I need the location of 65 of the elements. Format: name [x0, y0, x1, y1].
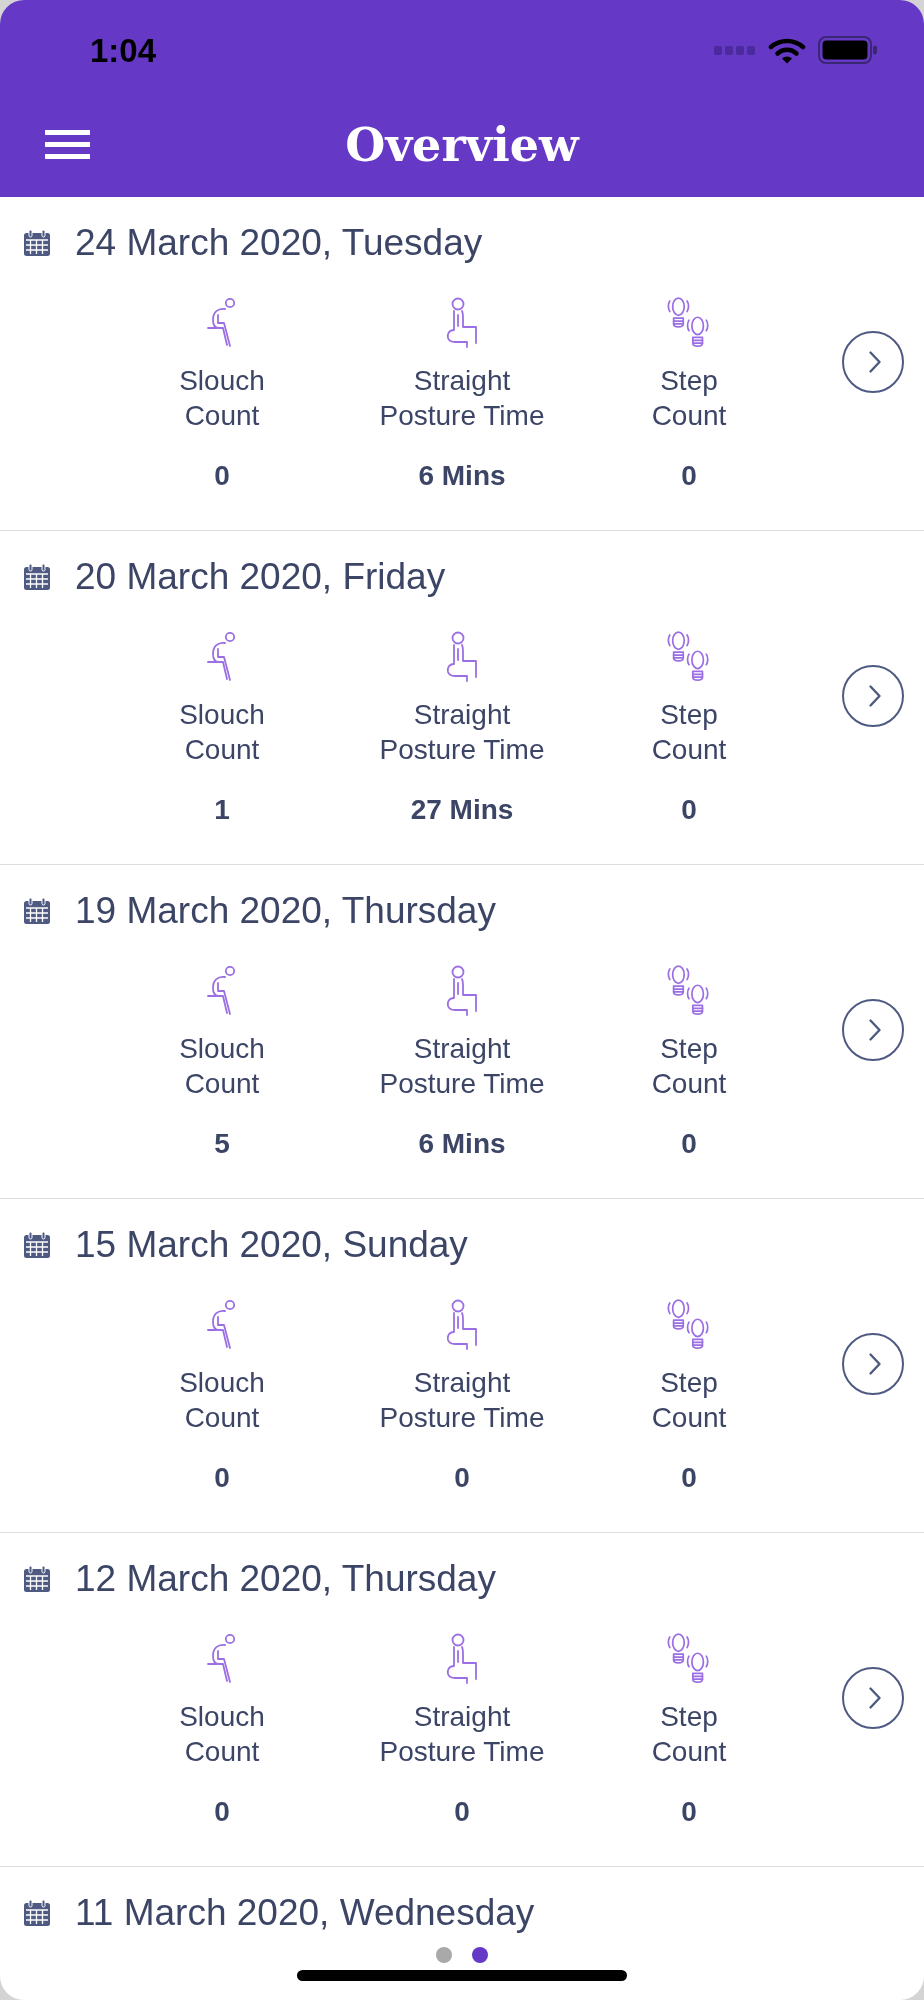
metric-value: 5	[214, 1127, 230, 1161]
metric-value: 0	[681, 1795, 697, 1829]
metric-label: Step Count	[651, 1032, 727, 1101]
date-label: 24 March 2020, Tuesday	[75, 221, 483, 265]
metric-value: 0	[214, 459, 230, 493]
sitting-person-icon	[445, 1299, 479, 1351]
metric-value: 0	[214, 1461, 230, 1495]
battery-icon	[818, 36, 878, 64]
slouching-person-icon	[207, 1299, 237, 1351]
metric-value: 0	[454, 1795, 470, 1829]
slouching-person-icon	[207, 297, 237, 349]
sitting-person-icon	[445, 297, 479, 349]
metric-label: Slouch Count	[179, 364, 265, 433]
slouching-person-icon	[207, 965, 237, 1017]
menu-icon[interactable]	[45, 130, 90, 159]
metric-label: Step Count	[651, 364, 727, 433]
metric-label: Step Count	[651, 1366, 727, 1435]
metric-value: 0	[681, 1461, 697, 1495]
page-dot[interactable]	[436, 1947, 452, 1963]
metric-value: 0	[454, 1461, 470, 1495]
metric-value: 6 Mins	[418, 459, 506, 493]
slouching-person-icon	[207, 1633, 237, 1685]
date-label: 20 March 2020, Friday	[75, 555, 446, 599]
metric-label: Slouch Count	[179, 698, 265, 767]
screen-title: Overview	[345, 116, 579, 173]
metric-label: Straight Posture Time	[379, 1366, 545, 1435]
metric-label: Straight Posture Time	[379, 364, 545, 433]
metric-label: Straight Posture Time	[379, 698, 545, 767]
calendar-icon	[23, 897, 51, 925]
page-dot[interactable]	[472, 1947, 488, 1963]
metric-value: 27 Mins	[410, 793, 514, 827]
calendar-icon	[23, 1565, 51, 1593]
chevron-right-icon	[867, 1686, 882, 1710]
sitting-person-icon	[445, 1633, 479, 1685]
calendar-icon	[23, 1231, 51, 1259]
chevron-right-icon	[867, 1018, 882, 1042]
date-label: 11 March 2020, Wednesday	[75, 1891, 535, 1935]
metric-label: Straight Posture Time	[379, 1700, 545, 1769]
metric-value: 0	[681, 1127, 697, 1161]
chevron-right-icon	[867, 1352, 882, 1376]
sitting-person-icon	[445, 631, 479, 683]
chevron-right-icon	[867, 350, 882, 374]
chevron-right-icon	[867, 684, 882, 708]
metric-label: Slouch Count	[179, 1366, 265, 1435]
metric-value: 0	[681, 793, 697, 827]
metric-label: Step Count	[651, 698, 727, 767]
date-label: 19 March 2020, Thursday	[75, 889, 496, 933]
metric-label: Step Count	[651, 1700, 727, 1769]
metric-value: 0	[681, 459, 697, 493]
calendar-icon	[23, 563, 51, 591]
metric-label: Straight Posture Time	[379, 1032, 545, 1101]
date-label: 12 March 2020, Thursday	[75, 1557, 496, 1601]
metric-value: 0	[214, 1795, 230, 1829]
wifi-icon	[768, 36, 806, 64]
metric-value: 1	[214, 793, 230, 827]
signal-icon	[714, 45, 756, 55]
slouching-person-icon	[207, 631, 237, 683]
metric-label: Slouch Count	[179, 1032, 265, 1101]
metric-label: Slouch Count	[179, 1700, 265, 1769]
status-time: 1:04	[90, 31, 157, 71]
date-label: 15 March 2020, Sunday	[75, 1223, 468, 1267]
sitting-person-icon	[445, 965, 479, 1017]
calendar-icon	[23, 1899, 51, 1927]
metric-value: 6 Mins	[418, 1127, 506, 1161]
calendar-icon	[23, 229, 51, 257]
